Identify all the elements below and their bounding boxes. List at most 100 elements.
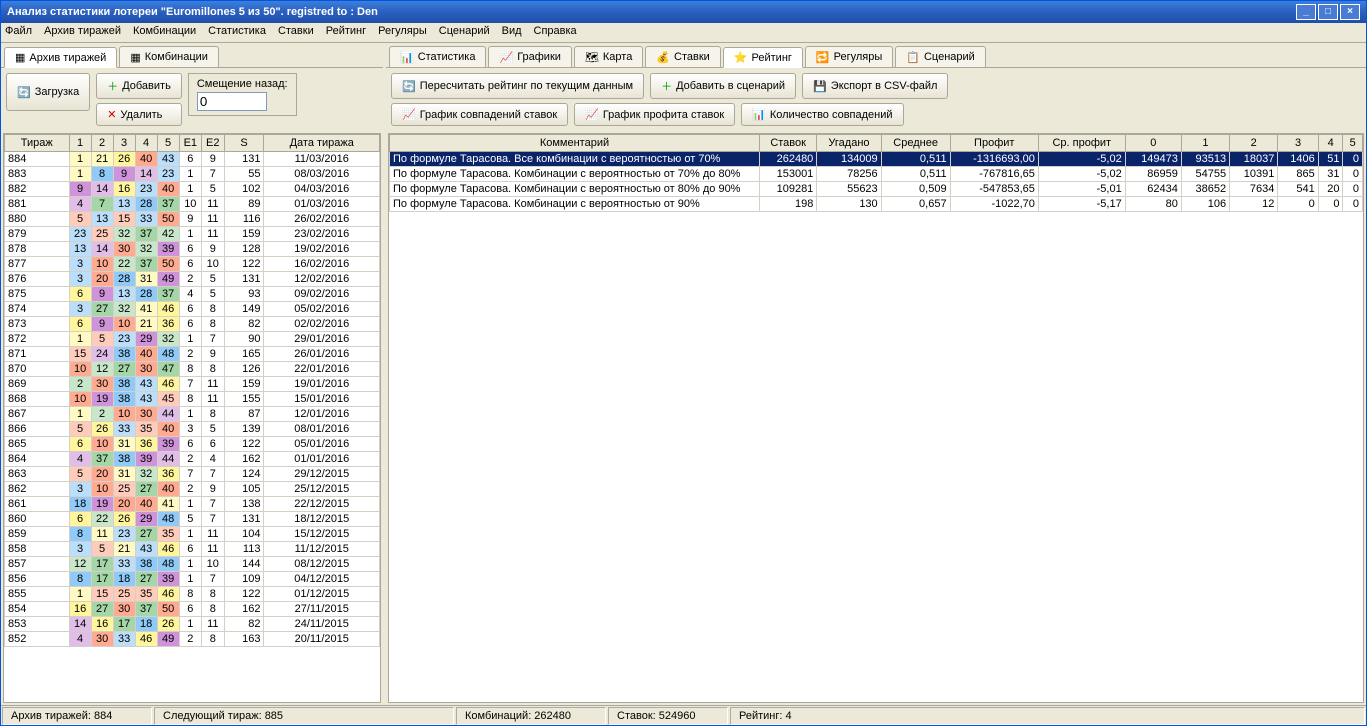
tab[interactable]: 🗺Карта — [574, 46, 643, 67]
column-header[interactable]: E1 — [179, 135, 201, 152]
table-row[interactable]: 879232532374211115923/02/2016 — [5, 227, 380, 242]
column-header[interactable]: 4 — [1318, 135, 1343, 152]
export-csv-button[interactable]: 💾Экспорт в CSV-файл — [802, 73, 948, 99]
column-header[interactable]: Профит — [950, 135, 1038, 152]
table-row[interactable]: По формуле Тарасова. Все комбинации с ве… — [390, 152, 1363, 167]
column-header[interactable]: Угадано — [817, 135, 881, 152]
column-header[interactable]: S — [224, 135, 264, 152]
menu-item[interactable]: Вид — [502, 25, 522, 40]
add-button[interactable]: ＋ Добавить — [96, 73, 182, 99]
menubar: Файл Архив тиражей Комбинации Статистика Ста… — [1, 23, 1366, 43]
table-row[interactable]: 88051315335091111626/02/2016 — [5, 212, 380, 227]
column-header[interactable]: 0 — [1125, 135, 1181, 152]
close-button[interactable]: × — [1340, 4, 1360, 20]
table-row[interactable]: 86712103044188712/01/2016 — [5, 407, 380, 422]
tab[interactable]: ▦Комбинации — [119, 46, 219, 67]
rating-table[interactable]: КомментарийСтавокУгаданоСреднееПрофитСр.… — [389, 134, 1363, 212]
table-row[interactable]: 85981123273511110415/12/2015 — [5, 527, 380, 542]
column-header[interactable]: Среднее — [881, 135, 950, 152]
table-row[interactable]: 8831891423175508/03/2016 — [5, 167, 380, 182]
tab[interactable]: 📋Сценарий — [895, 46, 986, 67]
table-row[interactable]: 87115243840482916526/01/2016 — [5, 347, 380, 362]
table-row[interactable]: По формуле Тарасова. Комбинации с вероят… — [390, 167, 1363, 182]
column-header[interactable]: 1 — [69, 135, 91, 152]
table-row[interactable]: 8606222629485713118/12/2015 — [5, 512, 380, 527]
tab-icon: ▦ — [15, 51, 25, 64]
menu-item[interactable]: Архив тиражей — [44, 25, 121, 40]
menu-item[interactable]: Рейтинг — [326, 25, 366, 40]
load-button[interactable]: 🔄 Загрузка — [6, 73, 90, 111]
tab[interactable]: 💰Ставки — [645, 46, 720, 67]
table-row[interactable]: 87369102136688202/02/2016 — [5, 317, 380, 332]
table-row[interactable]: 8568171827391710904/12/2015 — [5, 572, 380, 587]
table-row[interactable]: 8656103136396612205/01/2016 — [5, 437, 380, 452]
table-row[interactable]: 8829141623401510204/03/2016 — [5, 182, 380, 197]
table-row[interactable]: 86118192040411713822/12/2015 — [5, 497, 380, 512]
offset-input[interactable] — [197, 92, 267, 111]
column-header[interactable]: Комментарий — [390, 135, 760, 152]
column-header[interactable]: 5 — [1343, 135, 1363, 152]
table-row[interactable]: 8743273241466814905/02/2016 — [5, 302, 380, 317]
menu-item[interactable]: Регуляры — [378, 25, 427, 40]
maximize-button[interactable]: □ — [1318, 4, 1338, 20]
table-row[interactable]: 87813143032396912819/02/2016 — [5, 242, 380, 257]
tab[interactable]: 📈Графики — [488, 46, 571, 67]
menu-item[interactable]: Файл — [5, 25, 32, 40]
tab[interactable]: 📊Статистика — [389, 46, 486, 67]
column-header[interactable]: 2 — [91, 135, 113, 152]
table-row[interactable]: 8635203132367712429/12/2015 — [5, 467, 380, 482]
match-chart-button[interactable]: 📈График совпадений ставок — [391, 103, 568, 126]
table-row[interactable]: 86923038434671115919/01/2016 — [5, 377, 380, 392]
table-row[interactable]: 87569132837459309/02/2016 — [5, 287, 380, 302]
table-row[interactable]: 8814713283710118901/03/2016 — [5, 197, 380, 212]
table-row[interactable]: По формуле Тарасова. Комбинации с вероят… — [390, 182, 1363, 197]
table-row[interactable]: 8551152535468812201/12/2015 — [5, 587, 380, 602]
column-header[interactable]: Ставок — [760, 135, 817, 152]
tab-icon: 💰 — [656, 51, 670, 64]
minimize-button[interactable]: _ — [1296, 4, 1316, 20]
draws-table[interactable]: Тираж12345E1E2SДата тиража 8841212640436… — [4, 134, 380, 647]
chart-icon: 📈 — [585, 108, 599, 121]
column-header[interactable]: 4 — [135, 135, 157, 152]
chart-icon: 📈 — [402, 108, 416, 121]
table-row[interactable]: 8623102527402910525/12/2015 — [5, 482, 380, 497]
column-header[interactable]: 3 — [113, 135, 135, 152]
recalc-button[interactable]: 🔄Пересчитать рейтинг по текущим данным — [391, 73, 644, 99]
column-header[interactable]: 2 — [1230, 135, 1278, 152]
table-row[interactable]: 8665263335403513908/01/2016 — [5, 422, 380, 437]
column-header[interactable]: 1 — [1181, 135, 1229, 152]
menu-item[interactable]: Справка — [534, 25, 577, 40]
delete-button[interactable]: ✕ Удалить — [96, 103, 182, 126]
table-row[interactable]: 8644373839442416201/01/2016 — [5, 452, 380, 467]
table-row[interactable]: 85416273037506816227/11/2015 — [5, 602, 380, 617]
save-icon: 💾 — [813, 80, 827, 93]
table-row[interactable]: 85314161718261118224/11/2015 — [5, 617, 380, 632]
tab[interactable]: ▦Архив тиражей — [4, 47, 117, 68]
column-header[interactable]: E2 — [202, 135, 224, 152]
column-header[interactable]: 3 — [1278, 135, 1318, 152]
table-row[interactable]: 87010122730478812622/01/2016 — [5, 362, 380, 377]
column-header[interactable]: Дата тиража — [264, 135, 380, 152]
menu-item[interactable]: Комбинации — [133, 25, 196, 40]
table-row[interactable]: 8763202831492513112/02/2016 — [5, 272, 380, 287]
table-row[interactable]: 857121733384811014408/12/2015 — [5, 557, 380, 572]
match-count-button[interactable]: 📊Количество совпадений — [741, 103, 903, 126]
profit-chart-button[interactable]: 📈График профита ставок — [574, 103, 735, 126]
tab[interactable]: ⭐Рейтинг — [723, 47, 803, 68]
tab-icon: 🗺 — [585, 51, 599, 64]
menu-item[interactable]: Сценарий — [439, 25, 490, 40]
column-header[interactable]: Ср. профит — [1038, 135, 1125, 152]
menu-item[interactable]: Ставки — [278, 25, 314, 40]
add-scenario-button[interactable]: ＋Добавить в сценарий — [650, 73, 796, 99]
menu-item[interactable]: Статистика — [208, 25, 266, 40]
table-row[interactable]: 87731022375061012216/02/2016 — [5, 257, 380, 272]
table-row[interactable]: По формуле Тарасова. Комбинации с вероят… — [390, 197, 1363, 212]
column-header[interactable]: 5 — [157, 135, 179, 152]
table-row[interactable]: 8524303346492816320/11/2015 — [5, 632, 380, 647]
tab[interactable]: 🔁Регуляры — [805, 46, 893, 67]
table-row[interactable]: 8583521434661111311/12/2015 — [5, 542, 380, 557]
table-row[interactable]: 8841212640436913111/03/2016 — [5, 152, 380, 167]
column-header[interactable]: Тираж — [5, 135, 70, 152]
table-row[interactable]: 87215232932179029/01/2016 — [5, 332, 380, 347]
table-row[interactable]: 868101938434581115515/01/2016 — [5, 392, 380, 407]
